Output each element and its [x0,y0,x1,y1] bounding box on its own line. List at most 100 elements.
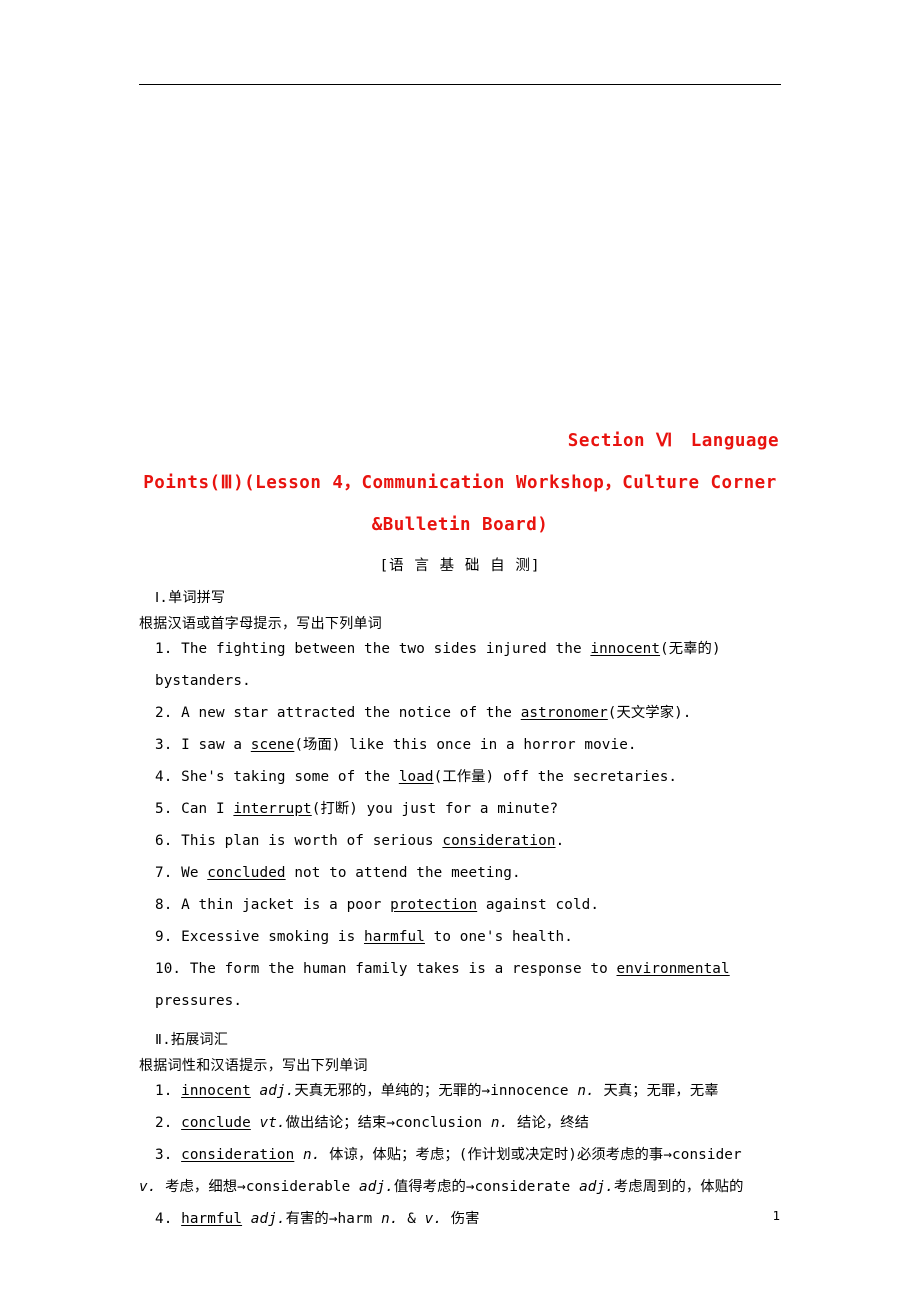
item-text [251,1083,260,1099]
part-of-speech: v. [139,1179,157,1195]
header-rule [139,84,781,85]
item-text: The fighting between the two sides injur… [181,641,591,657]
item-number: 3. [155,737,182,753]
answer-blank: interrupt [233,801,312,817]
exercise-item: 3. I saw a scene(场面) like this once in a… [139,729,781,761]
exercise-item: 1. innocent adj.天真无邪的，单纯的；无罪的→innocence … [139,1075,781,1107]
answer-blank: innocent [590,641,661,657]
part-of-speech: adj. [250,1211,286,1227]
page-title: Section Ⅵ Language Points(Ⅲ)(Lesson 4，Co… [139,420,781,546]
answer-blank: environmental [616,961,730,977]
answer-blank: innocent [181,1083,251,1099]
exercise-item: 9. Excessive smoking is harmful to one's… [139,921,781,953]
title-line-3: &Bulletin Board) [371,515,549,535]
exercise-item: 6. This plan is worth of serious conside… [139,825,781,857]
part-of-speech: n. [381,1211,399,1227]
answer-blank: harmful [363,929,425,945]
exercise-item: 2. A new star attracted the notice of th… [139,697,781,729]
item-number: 10. [155,961,190,977]
title-line-1: Section Ⅵ Language [567,431,779,451]
item-number: 4. [155,1211,182,1227]
exercise-item: 8. A thin jacket is a poor protection ag… [139,889,781,921]
item-text [242,1211,251,1227]
answer-blank: harmful [181,1211,243,1227]
item-text: 体谅，体贴；考虑；(作计划或决定时)必须考虑的事→consider [320,1147,742,1163]
answer-blank: conclude [181,1115,251,1131]
exercise-item: 3. consideration n. 体谅，体贴；考虑；(作计划或决定时)必须… [139,1139,781,1171]
item-text: 做出结论；结束→conclusion [285,1115,491,1131]
item-text: against cold. [477,897,600,913]
part-of-speech: adj. [359,1179,394,1195]
exercise-item: 4. harmful adj.有害的→harm n. & v. 伤害 [139,1203,781,1235]
part-of-speech: adj. [259,1083,295,1099]
item-text: (打断) you just for a minute? [311,801,559,817]
item-text: The form the human family takes is a res… [189,961,617,977]
page-number: 1 [772,1208,780,1223]
item-number: 1. [155,1083,182,1099]
item-text [294,1147,303,1163]
item-text: She's taking some of the [181,769,399,785]
item-number: 4. [155,769,182,785]
item-text: 伤害 [442,1211,480,1227]
item-text: Excessive smoking is [181,929,364,945]
item-number: 1. [155,641,182,657]
exercise-item: 1. The fighting between the two sides in… [139,633,781,697]
item-text: . [555,833,565,849]
part-of-speech: n. [577,1083,595,1099]
item-number: 2. [155,705,182,721]
exercise-item: 5. Can I interrupt(打断) you just for a mi… [139,793,781,825]
item-text: 考虑，细想→considerable [156,1179,360,1195]
item-text: not to attend the meeting. [285,865,521,881]
section-2-subheading: 根据词性和汉语提示，写出下列单词 [139,1058,368,1074]
item-text: This plan is worth of serious [181,833,443,849]
item-text: Can I [181,801,234,817]
item-text: 有害的→harm [285,1211,382,1227]
section-1-list: 1. The fighting between the two sides in… [139,633,781,1017]
answer-blank: consideration [181,1147,295,1163]
item-text: to one's health. [424,929,573,945]
part-of-speech: adj. [579,1179,614,1195]
item-text: 考虑周到的，体贴的 [613,1179,744,1195]
item-text: We [181,865,208,881]
answer-blank: load [398,769,434,785]
item-number: 8. [155,897,182,913]
answer-blank: scene [250,737,295,753]
item-text: pressures. [155,993,243,1009]
exercise-item: v. 考虑，细想→considerable adj.值得考虑的→consider… [139,1171,781,1203]
section-2-heading: Ⅱ.拓展词汇 [155,1032,229,1048]
section-1-heading: Ⅰ.单词拼写 [155,590,226,606]
item-text: 天真无邪的，单纯的；无罪的→innocence [294,1083,578,1099]
part-of-speech: n. [490,1115,509,1131]
answer-blank: consideration [442,833,556,849]
item-text: 天真；无罪，无辜 [594,1083,719,1099]
document-content: Section Ⅵ Language Points(Ⅲ)(Lesson 4，Co… [139,420,781,1235]
item-text: I saw a [181,737,251,753]
answer-blank: astronomer [520,705,608,721]
exercise-item: 2. conclude vt.做出结论；结束→conclusion n. 结论，… [139,1107,781,1139]
item-text: (天文学家). [607,705,692,721]
item-text [251,1115,260,1131]
title-line-2: Points(Ⅲ)(Lesson 4，Communication Worksho… [143,473,777,493]
part-of-speech: vt. [259,1115,286,1131]
item-number: 9. [155,929,182,945]
section-2-list: 1. innocent adj.天真无邪的，单纯的；无罪的→innocence … [139,1075,781,1235]
item-number: 5. [155,801,182,817]
answer-blank: concluded [207,865,286,881]
item-text: & [398,1211,425,1227]
item-text: 结论，终结 [508,1115,590,1131]
item-text: A thin jacket is a poor [181,897,391,913]
part-of-speech: n. [303,1147,321,1163]
item-number: 7. [155,865,182,881]
item-number: 3. [155,1147,182,1163]
exercise-item: 4. She's taking some of the load(工作量) of… [139,761,781,793]
exercise-item: 10. The form the human family takes is a… [139,953,781,1017]
subtitle: [语 言 基 础 自 测] [379,558,541,574]
part-of-speech: v. [424,1211,443,1227]
document-page: Section Ⅵ Language Points(Ⅲ)(Lesson 4，Co… [0,0,920,1302]
answer-blank: protection [390,897,478,913]
item-text: (工作量) off the secretaries. [433,769,678,785]
item-text: (场面) like this once in a horror movie. [294,737,637,753]
item-text: A new star attracted the notice of the [181,705,521,721]
exercise-item: 7. We concluded not to attend the meetin… [139,857,781,889]
section-1-subheading: 根据汉语或首字母提示，写出下列单词 [139,616,383,632]
